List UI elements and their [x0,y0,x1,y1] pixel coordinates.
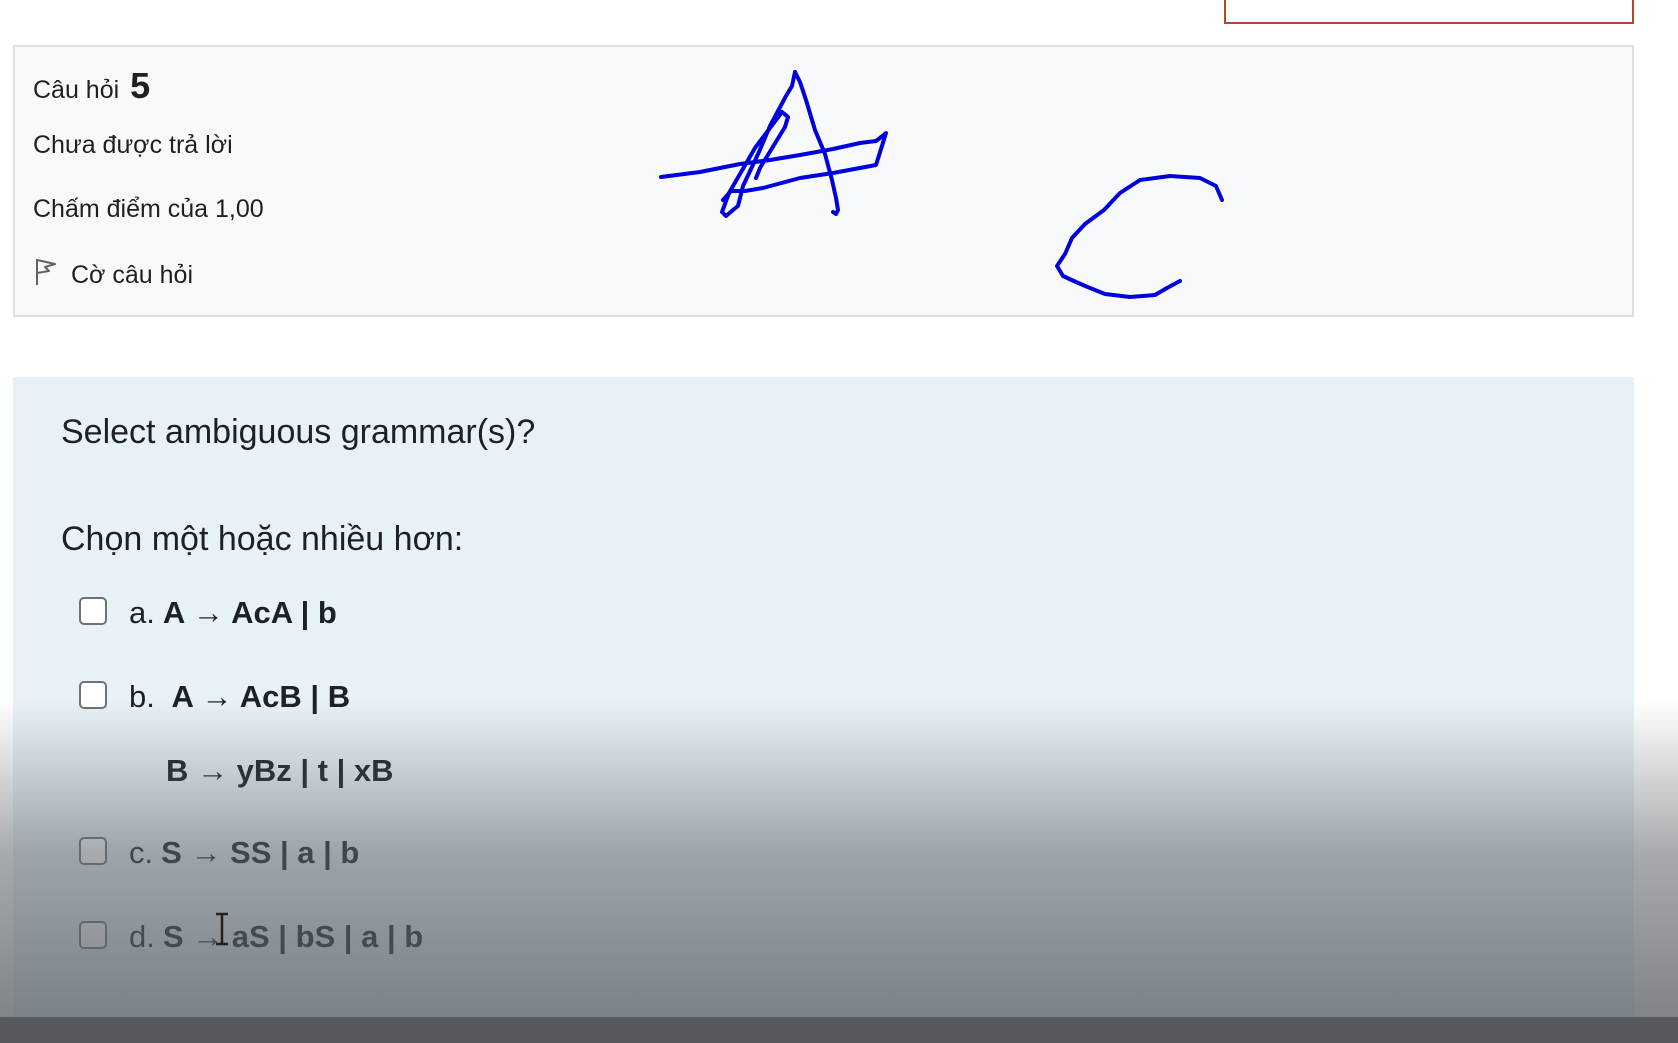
question-info-panel: Câu hỏi 5 Chưa được trả lời Chấm điểm củ… [13,45,1634,317]
question-state: Chưa được trả lời [33,131,233,159]
top-right-button[interactable] [1224,0,1634,24]
option-b-rule-line2: B → yBz | t | xB [166,753,394,788]
quiz-page: Câu hỏi 5 Chưa được trả lời Chấm điểm củ… [0,0,1678,1043]
option-a-checkbox[interactable] [79,597,107,625]
option-b-checkbox[interactable] [79,681,107,709]
flag-question-link[interactable]: Cờ câu hỏi [33,257,193,294]
flag-icon [33,257,71,294]
option-a[interactable]: a. A → AcA | b [79,595,337,631]
flag-question-label: Cờ câu hỏi [71,261,194,289]
option-d-letter: d. [129,919,155,954]
question-grade: Chấm điểm của 1,00 [33,195,264,223]
option-b-text: b. A → AcB | B B → yBz | t | xB [129,679,394,789]
option-d[interactable]: d. S → aS | bS | a | b [79,919,423,955]
question-content: Select ambiguous grammar(s)? Chọn một ho… [13,377,1634,1017]
question-label: Câu hỏi [33,76,120,104]
option-b-rule: A → AcB | B [171,679,351,714]
option-b-letter: b. [129,679,155,714]
question-number: Câu hỏi 5 [33,65,150,107]
option-d-checkbox[interactable] [79,921,107,949]
option-a-rule: A → AcA | b [162,595,337,630]
option-c[interactable]: c. S → SS | a | b [79,835,359,871]
option-c-rule: S → SS | a | b [161,835,360,870]
checkmark-icon [84,604,102,618]
option-a-letter: a. [129,595,155,630]
option-c-checkbox[interactable] [79,837,107,865]
option-c-letter: c. [129,835,154,870]
answer-instruction: Chọn một hoặc nhiều hơn: [61,520,464,558]
option-b[interactable]: b. A → AcB | B B → yBz | t | xB [79,679,394,789]
question-number-value: 5 [130,65,151,106]
option-d-rule: S → aS | bS | a | b [162,919,424,954]
checkmark-icon [84,844,102,858]
bottom-strip [0,1017,1678,1043]
question-prompt: Select ambiguous grammar(s)? [61,413,536,451]
